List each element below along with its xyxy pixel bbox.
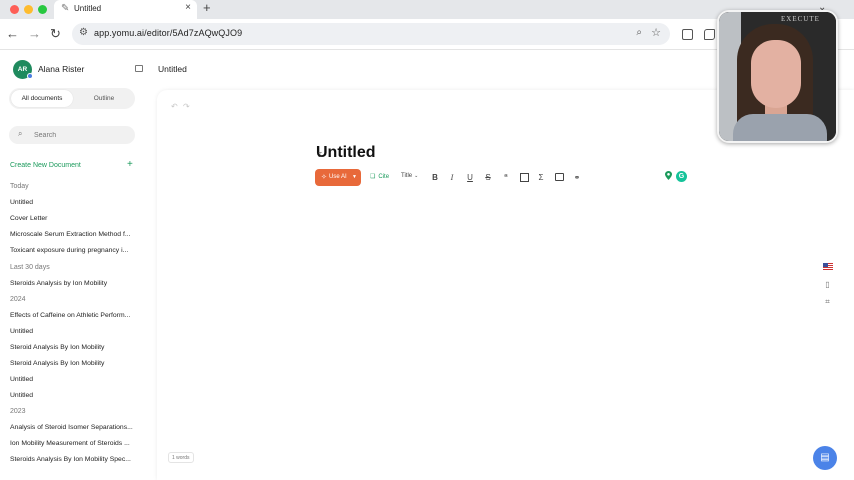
sidebar-doc-item[interactable]: Ion Mobility Measurement of Steroids ...: [10, 440, 130, 447]
tab-title: Untitled: [74, 4, 102, 13]
group-label-today: Today: [10, 183, 29, 190]
flag-canton: [823, 263, 828, 267]
redo-icon[interactable]: ↷: [183, 102, 190, 111]
use-ai-label: Use AI: [329, 174, 347, 180]
chevron-down-icon: ▼: [352, 174, 357, 180]
italic-icon[interactable]: I: [446, 171, 458, 184]
tab-all-documents[interactable]: All documents: [11, 90, 73, 107]
site-settings-icon[interactable]: ⚙: [79, 27, 88, 38]
sidebar-doc-item[interactable]: Microscale Serum Extraction Method f...: [10, 231, 131, 238]
image-icon[interactable]: [555, 173, 564, 181]
plus-icon[interactable]: +: [127, 159, 133, 170]
search-icon: ⌕: [18, 129, 23, 138]
presenter-shirt: [733, 114, 827, 141]
minimize-window-button[interactable]: [24, 5, 33, 14]
quote-book-icon: ❏: [370, 174, 376, 180]
sidebar-doc-item[interactable]: Untitled: [10, 392, 33, 399]
tab-outline[interactable]: Outline: [75, 90, 133, 107]
focus-scan-icon[interactable]: ⌗: [823, 297, 832, 307]
browser-tab[interactable]: ✎ Untitled ×: [54, 0, 197, 19]
webcam-sign-text: EXECUTE: [781, 15, 820, 23]
search-input[interactable]: [34, 130, 129, 140]
sigma-icon[interactable]: Σ: [535, 171, 547, 184]
sidebar-search: ⌕: [9, 126, 135, 144]
page-title: Untitled: [158, 64, 187, 74]
close-tab-icon[interactable]: ×: [185, 2, 191, 13]
table-icon[interactable]: [520, 173, 529, 182]
quote-icon[interactable]: “: [500, 171, 512, 184]
link-icon[interactable]: ⚭: [571, 171, 583, 184]
create-new-document-link[interactable]: Create New Document: [10, 162, 81, 169]
underline-icon[interactable]: U: [464, 171, 476, 184]
address-bar[interactable]: ⚙ app.yomu.ai/editor/5Ad7zAQwQJO9 ⌕ ☆: [72, 23, 670, 45]
webcam-overlay: EXECUTE: [717, 10, 838, 143]
block-type-label: Title: [401, 173, 413, 179]
sidebar-doc-item[interactable]: Cover Letter: [10, 215, 47, 222]
url-text[interactable]: app.yomu.ai/editor/5Ad7zAQwQJO9: [94, 28, 242, 38]
sidebar-doc-item[interactable]: Untitled: [10, 376, 33, 383]
formatting-toolbar: ❏ Cite Title ⌄ B I U S “ Σ ⚭: [365, 169, 587, 186]
text-cursor-icon: ⌶: [318, 152, 323, 159]
undo-redo-group: ↶ ↷: [168, 101, 194, 112]
new-tab-button[interactable]: +: [203, 0, 211, 15]
word-count-badge: 1 words: [168, 452, 194, 463]
group-label-2023: 2023: [10, 408, 26, 415]
sidebar-doc-item[interactable]: Steroids Analysis by Ion Mobility: [10, 280, 107, 287]
sidebar-doc-item[interactable]: Toxicant exposure during pregnancy i...: [10, 247, 128, 254]
collapse-sidebar-icon[interactable]: [135, 65, 143, 72]
chevron-down-icon: ⌄: [414, 173, 419, 179]
group-label-2024: 2024: [10, 296, 26, 303]
quill-icon: ✎: [61, 3, 70, 14]
sidebar-doc-item[interactable]: Untitled: [10, 199, 33, 206]
use-ai-button[interactable]: ✧ Use AI ▼: [315, 169, 361, 186]
grammarly-icon[interactable]: G: [676, 171, 687, 182]
cite-label: Cite: [378, 174, 390, 180]
puzzle-extensions-icon[interactable]: [704, 29, 715, 40]
reload-icon[interactable]: ↻: [50, 26, 61, 42]
maximize-window-button[interactable]: [38, 5, 47, 14]
ai-sparkle-icon: ✧: [321, 174, 327, 181]
sidebar-doc-item[interactable]: Analysis of Steroid Isomer Separations..…: [10, 424, 133, 431]
bold-icon[interactable]: B: [429, 171, 441, 184]
document-icon[interactable]: ▯: [823, 280, 832, 290]
editor-canvas[interactable]: [157, 90, 854, 480]
sidebar-doc-item[interactable]: Steroid Analysis By Ion Mobility: [10, 344, 104, 351]
user-name[interactable]: Alana Rister: [38, 64, 84, 74]
zoom-search-icon[interactable]: ⌕: [636, 27, 642, 38]
presenter-face: [751, 40, 801, 108]
block-type-dropdown[interactable]: Title ⌄: [401, 173, 418, 179]
document-title-editable[interactable]: Untitled: [316, 144, 376, 162]
forward-arrow-icon[interactable]: →: [28, 26, 41, 42]
close-window-button[interactable]: [10, 5, 19, 14]
sidebar-doc-item[interactable]: Steroid Analysis By Ion Mobility: [10, 360, 104, 367]
back-arrow-icon[interactable]: ←: [6, 26, 19, 42]
strikethrough-icon[interactable]: S: [482, 171, 494, 184]
sidebar-doc-item[interactable]: Effects of Caffeine on Athletic Perform.…: [10, 312, 130, 319]
extension-icon[interactable]: [682, 29, 693, 40]
document-view-switch: All documents Outline: [9, 88, 135, 109]
undo-icon[interactable]: ↶: [171, 102, 178, 111]
location-pin-icon[interactable]: [665, 171, 672, 180]
group-label-last-30-days: Last 30 days: [10, 264, 50, 271]
help-book-icon[interactable]: ▤: [813, 446, 837, 470]
cite-button[interactable]: ❏ Cite: [370, 173, 389, 180]
bookmark-star-icon[interactable]: ☆: [651, 26, 661, 39]
sidebar-doc-item[interactable]: Untitled: [10, 328, 33, 335]
avatar-status-dot: [27, 73, 33, 79]
sidebar-doc-item[interactable]: Steroids Analysis By Ion Mobility Spec..…: [10, 456, 131, 463]
